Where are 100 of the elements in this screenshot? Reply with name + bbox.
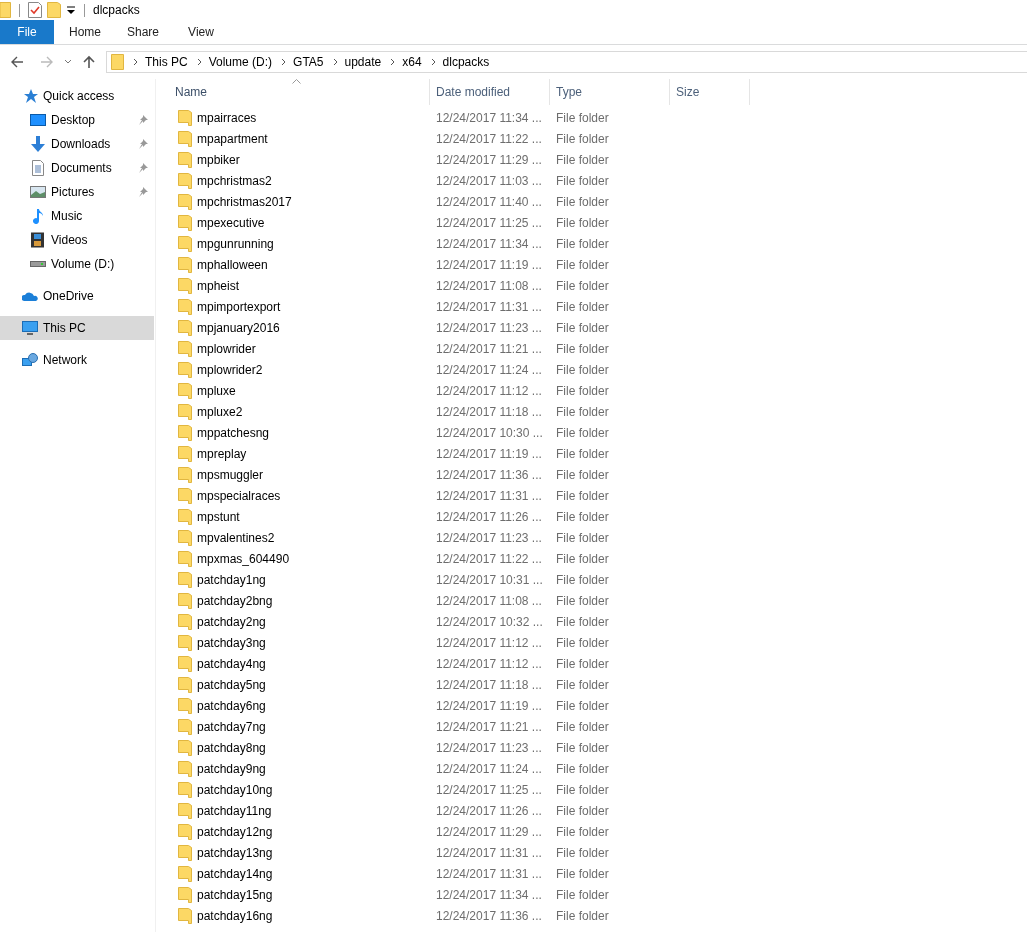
- sidebar-item[interactable]: Network: [0, 348, 154, 372]
- up-arrow-icon[interactable]: [82, 55, 96, 69]
- date-cell-text: 12/24/2017 11:29 ...: [435, 824, 543, 839]
- file-name[interactable]: mpchristmas2017: [197, 194, 292, 209]
- file-name[interactable]: mpluxe: [197, 383, 236, 398]
- folder-icon: [178, 865, 192, 882]
- date-cell-text: 12/24/2017 11:19 ...: [435, 446, 543, 461]
- file-name[interactable]: patchday11ng: [197, 803, 272, 818]
- file-name[interactable]: mpstunt: [197, 509, 240, 524]
- date-cell-text: 12/24/2017 11:23 ...: [435, 740, 543, 755]
- breadcrumb-item[interactable]: GTA5: [293, 55, 324, 69]
- file-name[interactable]: mpairraces: [197, 110, 257, 125]
- file-menu-tab[interactable]: File: [0, 20, 54, 44]
- date-cell-text: 12/24/2017 11:31 ...: [435, 488, 543, 503]
- dropdown-icon[interactable]: [66, 5, 76, 15]
- type-cell-text: File folder: [555, 782, 610, 797]
- chevron-right-icon[interactable]: [332, 58, 338, 66]
- address-bar[interactable]: This PC Volume (D:) GTA5 update x64 dlcpacks: [106, 51, 1027, 73]
- file-name[interactable]: patchday13ng: [197, 845, 273, 860]
- folder-icon: [178, 256, 192, 273]
- file-name[interactable]: mpbiker: [197, 152, 240, 167]
- file-name[interactable]: mpspecialraces: [197, 488, 281, 503]
- breadcrumb-item[interactable]: Volume (D:): [208, 55, 273, 69]
- chevron-right-icon[interactable]: [196, 58, 202, 66]
- file-name[interactable]: mpexecutive: [197, 215, 265, 230]
- folder-icon: [178, 508, 192, 525]
- file-name[interactable]: mpimportexport: [197, 299, 281, 314]
- file-name[interactable]: mphalloween: [197, 257, 268, 272]
- file-name[interactable]: patchday8ng: [197, 740, 266, 755]
- folder-icon: [178, 319, 192, 336]
- file-name[interactable]: patchday5ng: [197, 677, 266, 692]
- date-cell-text: 12/24/2017 11:25 ...: [435, 782, 543, 797]
- breadcrumb-item[interactable]: dlcpacks: [442, 55, 490, 69]
- sidebar-item[interactable]: Documents: [0, 156, 154, 180]
- back-arrow-icon[interactable]: [10, 55, 24, 69]
- file-name[interactable]: mpsmuggler: [197, 467, 264, 482]
- chevron-right-icon[interactable]: [281, 58, 287, 66]
- ribbon-tab[interactable]: View: [172, 20, 230, 44]
- drive-icon: [30, 261, 46, 267]
- sidebar-item[interactable]: Videos: [0, 228, 154, 252]
- sidebar-item[interactable]: Pictures: [0, 180, 154, 204]
- file-name[interactable]: mpchristmas2: [197, 173, 272, 188]
- sidebar-item[interactable]: OneDrive: [0, 284, 154, 308]
- file-name[interactable]: patchday12ng: [197, 824, 273, 839]
- date-cell-text: 12/24/2017 10:32 ...: [435, 614, 544, 629]
- column-header[interactable]: Type: [550, 79, 670, 105]
- file-name[interactable]: patchday9ng: [197, 761, 266, 776]
- type-cell-text: File folder: [555, 551, 610, 566]
- file-name[interactable]: mpluxe2: [197, 404, 243, 419]
- file-name[interactable]: mpxmas_604490: [197, 551, 290, 566]
- file-name[interactable]: patchday15ng: [197, 887, 273, 902]
- sidebar-item[interactable]: This PC: [0, 316, 154, 340]
- file-name[interactable]: patchday3ng: [197, 635, 266, 650]
- sidebar-item[interactable]: Downloads: [0, 132, 154, 156]
- file-name[interactable]: mpreplay: [197, 446, 247, 461]
- column-header[interactable]: Name: [156, 79, 430, 105]
- ribbon-tab[interactable]: Home: [56, 20, 114, 44]
- file-name[interactable]: patchday2ng: [197, 614, 266, 629]
- file-name[interactable]: patchday4ng: [197, 656, 266, 671]
- file-name[interactable]: mpvalentines2: [197, 530, 275, 545]
- computer-icon: [22, 320, 38, 336]
- file-name[interactable]: mplowrider2: [197, 362, 263, 377]
- folder-icon: [178, 823, 192, 840]
- ribbon-tab[interactable]: Share: [114, 20, 172, 44]
- sidebar-item[interactable]: Music: [0, 204, 154, 228]
- folder-icon: [178, 466, 192, 483]
- file-name[interactable]: patchday16ng: [197, 908, 273, 923]
- file-name[interactable]: patchday6ng: [197, 698, 266, 713]
- date-cell-text: 12/24/2017 11:18 ...: [435, 677, 543, 692]
- type-cell-text: File folder: [555, 740, 610, 755]
- folder-icon: [178, 172, 192, 189]
- column-header[interactable]: Date modified: [430, 79, 550, 105]
- chevron-down-icon[interactable]: [64, 59, 72, 65]
- breadcrumb-item[interactable]: x64: [402, 55, 422, 69]
- folder-icon: [178, 760, 192, 777]
- chevron-right-icon[interactable]: [430, 58, 436, 66]
- file-name[interactable]: mplowrider: [197, 341, 256, 356]
- sidebar-item[interactable]: Quick access: [0, 84, 154, 108]
- type-cell-text: File folder: [555, 236, 610, 251]
- file-name[interactable]: patchday7ng: [197, 719, 266, 734]
- breadcrumb-item[interactable]: update: [344, 55, 382, 69]
- chevron-right-icon[interactable]: [133, 58, 138, 66]
- sidebar-item[interactable]: Volume (D:): [0, 252, 154, 276]
- sidebar-item[interactable]: Desktop: [0, 108, 154, 132]
- file-name[interactable]: patchday1ng: [197, 572, 266, 587]
- file-name[interactable]: patchday14ng: [197, 866, 273, 881]
- column-header[interactable]: Size: [670, 79, 750, 105]
- file-name[interactable]: mpapartment: [197, 131, 268, 146]
- file-name[interactable]: patchday2bng: [197, 593, 273, 608]
- date-cell-text: 12/24/2017 11:08 ...: [435, 593, 543, 608]
- breadcrumb-item[interactable]: This PC: [145, 55, 188, 69]
- file-name[interactable]: mpheist: [197, 278, 240, 293]
- file-name[interactable]: mppatchesng: [197, 425, 270, 440]
- file-name[interactable]: mpgunrunning: [197, 236, 274, 251]
- file-name[interactable]: patchday10ng: [197, 782, 273, 797]
- properties-icon[interactable]: [28, 2, 42, 18]
- folder-icon: [178, 424, 192, 441]
- type-cell-text: File folder: [555, 824, 610, 839]
- file-name[interactable]: mpjanuary2016: [197, 320, 280, 335]
- chevron-right-icon[interactable]: [390, 58, 396, 66]
